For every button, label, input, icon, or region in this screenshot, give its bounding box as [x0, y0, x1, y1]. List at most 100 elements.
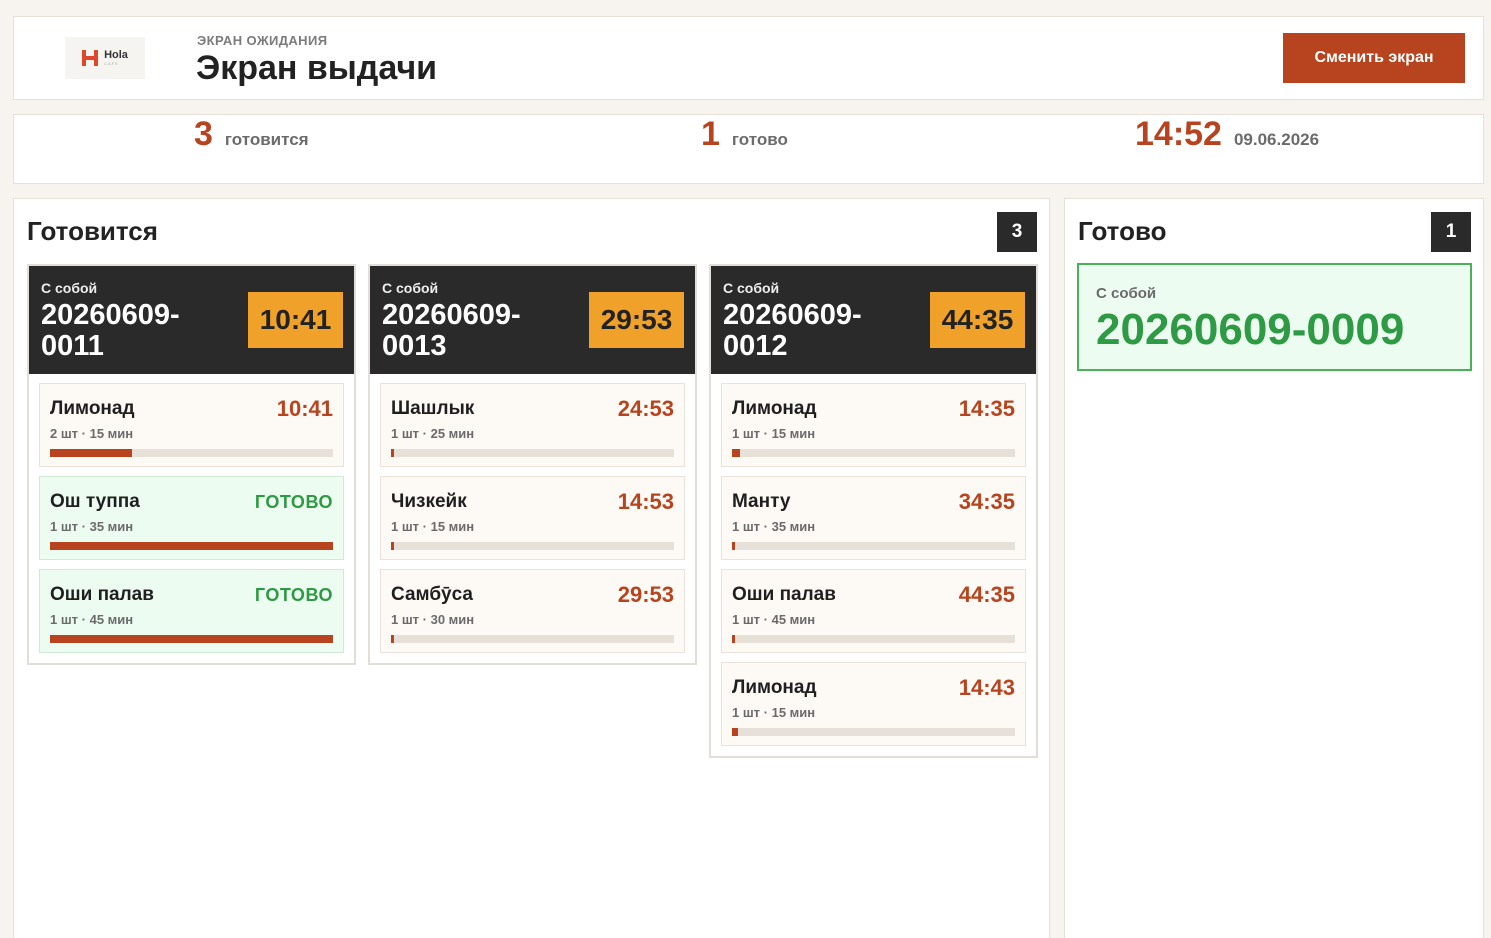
order-item: Оши палав 44:35 1 шт · 45 мин	[721, 569, 1026, 653]
order-item: Оши палав ГОТОВО 1 шт · 45 мин	[39, 569, 344, 653]
order-timer: 44:35	[930, 292, 1025, 348]
item-meta: 1 шт · 35 мин	[732, 519, 816, 534]
order-card: С собой 20260609-0012 44:35 Лимонад 14:3…	[709, 264, 1038, 758]
item-progress	[50, 635, 333, 643]
order-items: Лимонад 14:35 1 шт · 15 мин Манту 34:35 …	[711, 374, 1036, 756]
order-timer: 29:53	[589, 292, 684, 348]
item-progress-fill	[50, 542, 333, 550]
item-progress	[391, 542, 674, 550]
order-item: Лимонад 14:35 1 шт · 15 мин	[721, 383, 1026, 467]
logo-text: Hola CAFE	[104, 49, 128, 66]
item-time: 34:35	[958, 489, 1015, 514]
order-timer: 10:41	[248, 292, 343, 348]
item-time: 24:53	[617, 396, 674, 421]
item-progress-fill	[391, 542, 394, 550]
order-header: С собой 20260609-0012 44:35	[711, 266, 1036, 374]
item-name: Ош туппа	[50, 491, 140, 512]
stats-bar: 3 готовится 1 готово 14:52 09.06.2026	[13, 114, 1484, 184]
order-number: 20260609-0011	[41, 299, 180, 362]
order-item: Манту 34:35 1 шт · 35 мин	[721, 476, 1026, 560]
header-bar: Hola CAFE ЭКРАН ОЖИДАНИЯ Экран выдачи См…	[13, 16, 1484, 100]
order-item: Шашлык 24:53 1 шт · 25 мин	[380, 383, 685, 467]
item-meta: 2 шт · 15 мин	[50, 426, 134, 441]
order-items: Шашлык 24:53 1 шт · 25 мин Чизкейк 14:53…	[370, 374, 695, 663]
item-progress	[732, 449, 1015, 457]
item-name: Оши палав	[50, 584, 154, 605]
order-card: С собой 20260609-0013 29:53 Шашлык 24:53…	[368, 264, 697, 665]
item-meta: 1 шт · 15 мин	[732, 426, 816, 441]
preparing-title: Готовится	[27, 216, 158, 246]
item-time: 14:53	[617, 489, 674, 514]
ready-title: Готово	[1078, 216, 1167, 246]
item-progress-fill	[732, 449, 741, 457]
stat-clock: 14:52 09.06.2026	[1135, 115, 1319, 155]
item-progress	[732, 542, 1015, 550]
item-meta: 1 шт · 35 мин	[50, 519, 134, 534]
preparing-panel: Готовится 3 С собой 20260609-0011 10:41 …	[13, 198, 1050, 938]
order-card: С собой 20260609-0011 10:41 Лимонад 10:4…	[27, 264, 356, 665]
item-meta: 1 шт · 15 мин	[391, 519, 475, 534]
item-name: Манту	[732, 491, 791, 512]
item-progress-fill	[391, 449, 394, 457]
item-progress	[732, 635, 1015, 643]
item-progress	[732, 728, 1015, 736]
switch-screen-button[interactable]: Сменить экран	[1283, 33, 1465, 83]
order-number: 20260609-0013	[382, 299, 521, 362]
ready-label: готово	[731, 130, 788, 149]
item-progress-fill	[50, 449, 133, 457]
preparing-count: 3	[194, 115, 213, 153]
stat-preparing: 3 готовится	[194, 115, 309, 155]
order-number: 20260609-0012	[723, 299, 862, 362]
item-meta: 1 шт · 15 мин	[732, 705, 816, 720]
logo: Hola CAFE	[65, 37, 145, 79]
order-item: Чизкейк 14:53 1 шт · 15 мин	[380, 476, 685, 560]
item-progress-fill	[732, 542, 735, 550]
order-item: Лимонад 10:41 2 шт · 15 мин	[39, 383, 344, 467]
preparing-count-badge: 3	[997, 212, 1037, 252]
order-items: Лимонад 10:41 2 шт · 15 мин Ош туппа ГОТ…	[29, 374, 354, 663]
logo-icon	[82, 50, 99, 66]
item-name: Лимонад	[50, 398, 135, 419]
item-time: 14:43	[958, 675, 1015, 700]
item-meta: 1 шт · 45 мин	[50, 612, 134, 627]
item-name: Шашлык	[391, 398, 475, 419]
order-item: Лимонад 14:43 1 шт · 15 мин	[721, 662, 1026, 746]
item-name: Чизкейк	[391, 491, 467, 512]
item-progress-fill	[732, 635, 735, 643]
preparing-label: готовится	[224, 130, 309, 149]
item-progress	[50, 449, 333, 457]
item-time: 44:35	[958, 582, 1015, 607]
item-meta: 1 шт · 25 мин	[391, 426, 475, 441]
order-item: Самбӯса 29:53 1 шт · 30 мин	[380, 569, 685, 653]
item-name: Лимонад	[732, 677, 817, 698]
item-progress-fill	[50, 635, 333, 643]
logo-tagline: CAFE	[104, 61, 119, 66]
item-name: Самбӯса	[391, 584, 473, 605]
order-type: С собой	[723, 280, 780, 296]
order-type: С собой	[382, 280, 439, 296]
order-header: С собой 20260609-0013 29:53	[370, 266, 695, 374]
item-progress	[50, 542, 333, 550]
ready-order-type: С собой	[1096, 285, 1157, 302]
screen-kicker: ЭКРАН ОЖИДАНИЯ	[197, 33, 328, 48]
ready-count-badge: 1	[1431, 212, 1471, 252]
stat-ready: 1 готово	[701, 115, 788, 155]
current-time: 14:52	[1135, 115, 1222, 153]
item-name: Лимонад	[732, 398, 817, 419]
ready-order-number: 20260609-0009	[1096, 305, 1405, 354]
order-header: С собой 20260609-0011 10:41	[29, 266, 354, 374]
ready-count: 1	[701, 115, 720, 153]
item-meta: 1 шт · 45 мин	[732, 612, 816, 627]
item-name: Оши палав	[732, 584, 836, 605]
item-meta: 1 шт · 30 мин	[391, 612, 475, 627]
item-time: 29:53	[617, 582, 674, 607]
ready-panel: Готово 1 С собой 20260609-0009	[1064, 198, 1484, 938]
page-title: Экран выдачи	[196, 49, 438, 87]
item-progress	[391, 635, 674, 643]
order-item: Ош туппа ГОТОВО 1 шт · 35 мин	[39, 476, 344, 560]
item-time: 10:41	[276, 396, 333, 421]
item-progress-fill	[391, 635, 394, 643]
ready-order-card: С собой 20260609-0009	[1077, 263, 1472, 371]
item-progress-fill	[732, 728, 738, 736]
item-time: 14:35	[958, 396, 1015, 421]
